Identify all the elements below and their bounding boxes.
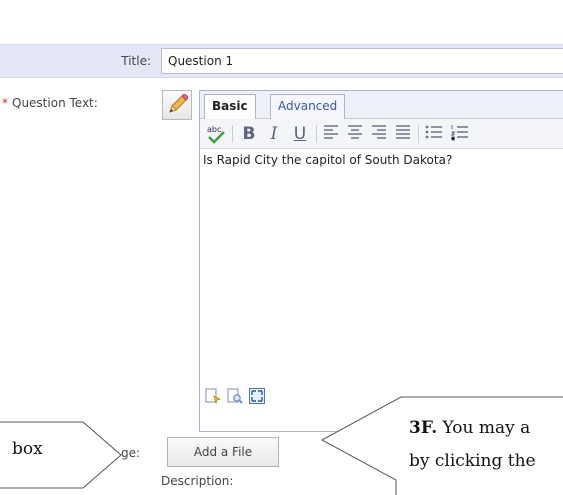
align-right-icon	[372, 125, 386, 139]
fullscreen-icon	[249, 388, 265, 404]
editor-footer	[200, 383, 563, 411]
align-center-button[interactable]	[344, 123, 366, 145]
editor-tab-bar: Basic Advanced	[200, 91, 563, 119]
design-view-icon	[205, 388, 222, 405]
rich-text-editor: Basic Advanced abc B I U Is Rapid City t…	[199, 90, 563, 432]
editor-content[interactable]: Is Rapid City the capitol of South Dakot…	[203, 153, 563, 167]
justify-icon	[396, 125, 410, 139]
right-callout-line-1: 3F. You may a	[409, 412, 536, 445]
align-left-button[interactable]	[320, 123, 342, 145]
left-callout-text: box	[12, 439, 43, 459]
align-right-button[interactable]	[368, 123, 390, 145]
italic-button[interactable]: I	[264, 123, 284, 145]
bullet-list-icon	[425, 125, 442, 139]
bold-button[interactable]: B	[238, 123, 260, 145]
underline-button[interactable]: U	[289, 123, 311, 145]
required-mark: *	[2, 96, 8, 110]
add-file-button[interactable]: Add a File	[167, 437, 279, 467]
edit-pencil-button[interactable]	[162, 90, 192, 120]
editor-toolbar: abc B I U	[200, 119, 563, 149]
toolbar-separator	[418, 125, 419, 143]
spellcheck-button[interactable]: abc	[204, 123, 228, 145]
right-callout-text: 3F. You may a by clicking the	[409, 412, 536, 478]
spellcheck-icon: abc	[207, 125, 225, 144]
right-callout-line-1-text: You may a	[442, 418, 531, 438]
fullscreen-button[interactable]	[248, 387, 266, 405]
justify-button[interactable]	[392, 123, 414, 145]
title-row: Title:	[0, 44, 563, 78]
design-view-button[interactable]	[204, 387, 222, 405]
numbered-list-icon	[450, 125, 468, 141]
tab-basic[interactable]: Basic	[204, 94, 256, 119]
toolbar-separator	[232, 125, 233, 143]
description-label: Description:	[161, 474, 234, 488]
right-callout-line-2: by clicking the	[409, 451, 536, 471]
align-left-icon	[324, 125, 338, 139]
question-editor-page: Title: * Question Text: Basic Advanced ab…	[0, 0, 563, 495]
image-label: ge:	[121, 446, 141, 460]
title-input[interactable]	[161, 48, 563, 74]
tab-advanced[interactable]: Advanced	[270, 94, 346, 119]
numbered-list-button[interactable]	[448, 123, 472, 145]
title-label: Title:	[121, 54, 151, 68]
pencil-icon	[169, 93, 189, 113]
svg-text:abc: abc	[207, 125, 221, 134]
bullet-list-button[interactable]	[422, 123, 446, 145]
question-text-label-text: Question Text:	[12, 96, 98, 110]
question-text-label: * Question Text:	[2, 96, 98, 110]
toolbar-separator	[316, 125, 317, 143]
preview-icon	[227, 388, 243, 404]
preview-button[interactable]	[226, 387, 244, 405]
align-center-icon	[348, 125, 362, 139]
right-callout-step: 3F.	[409, 418, 438, 438]
